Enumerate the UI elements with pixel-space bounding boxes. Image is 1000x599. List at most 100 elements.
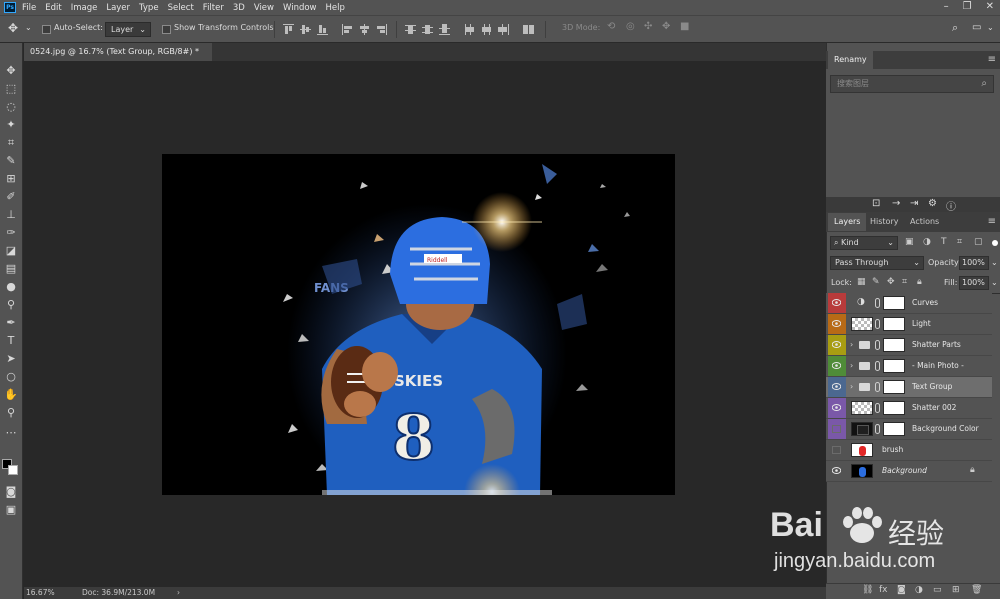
filter-shape-icon[interactable]: ⌗: [957, 237, 962, 247]
filter-smart-object-icon[interactable]: ▢: [974, 237, 983, 247]
renamy-search-input[interactable]: 搜索图层 ⌕: [830, 75, 994, 93]
crop-tool-icon[interactable]: ⌗: [3, 136, 19, 150]
layer-row-main-photo[interactable]: › - Main Photo -: [826, 356, 992, 377]
fx-icon[interactable]: fx: [879, 585, 888, 595]
tab-layers[interactable]: Layers: [828, 213, 867, 231]
move-tool-icon[interactable]: ✥: [8, 21, 18, 35]
lock-position-icon[interactable]: ✥: [887, 277, 895, 287]
eyedropper-tool-icon[interactable]: ✎: [3, 154, 19, 168]
screen-mode-icon[interactable]: ▣: [3, 503, 19, 517]
apply-icon[interactable]: ⇥: [910, 198, 918, 209]
show-transform-checkbox[interactable]: [162, 25, 171, 34]
menu-layer[interactable]: Layer: [106, 3, 130, 13]
lock-artboard-icon[interactable]: ⌗: [902, 277, 907, 287]
distribute-vcenter-icon[interactable]: [422, 24, 433, 35]
tab-renamy[interactable]: Renamy: [828, 51, 873, 69]
menu-edit[interactable]: Edit: [45, 3, 61, 13]
chevron-down-icon[interactable]: ⌄: [991, 258, 998, 267]
link-layers-icon[interactable]: ⛓: [862, 585, 873, 595]
menu-select[interactable]: Select: [168, 3, 194, 13]
layer-filter-dropdown[interactable]: ⌕ Kind ⌄: [830, 236, 898, 250]
layer-row-brush[interactable]: brush: [826, 440, 992, 461]
quick-mask-icon[interactable]: ◙: [3, 485, 19, 499]
search-icon[interactable]: ⌕: [981, 76, 987, 92]
layer-mask-thumbnail[interactable]: [883, 317, 905, 331]
eye-icon[interactable]: [832, 362, 841, 369]
brush-tool-icon[interactable]: ✐: [3, 190, 19, 204]
lock-pixels-icon[interactable]: ✎: [872, 277, 880, 287]
layer-thumbnail[interactable]: [851, 317, 873, 331]
align-vertical-center-icon[interactable]: [300, 24, 311, 35]
fill-field[interactable]: 100%: [959, 276, 989, 290]
layer-mask-thumbnail[interactable]: [883, 380, 905, 394]
menu-view[interactable]: View: [254, 3, 274, 13]
panel-menu-icon[interactable]: ≡: [988, 54, 996, 65]
eye-icon[interactable]: [832, 467, 841, 474]
more-tools-icon[interactable]: ⋯: [3, 426, 19, 440]
layer-row-text-group[interactable]: › Text Group: [826, 377, 992, 398]
menu-file[interactable]: File: [22, 3, 36, 13]
filter-adjustment-icon[interactable]: ◑: [923, 237, 931, 247]
align-bottom-icon[interactable]: [317, 24, 328, 35]
chevron-down-icon[interactable]: ⌄: [987, 23, 994, 32]
eye-icon[interactable]: [832, 341, 841, 348]
lasso-tool-icon[interactable]: ◌: [3, 100, 19, 114]
layer-row-light[interactable]: Light: [826, 314, 992, 335]
pen-tool-icon[interactable]: ✒: [3, 316, 19, 330]
layer-row-shatter-parts[interactable]: › Shatter Parts: [826, 335, 992, 356]
expand-arrow-icon[interactable]: ›: [850, 382, 853, 391]
tab-actions[interactable]: Actions: [904, 213, 945, 231]
filter-type-icon[interactable]: T: [941, 237, 947, 247]
3d-roll-icon[interactable]: ◎: [626, 21, 635, 32]
menu-image[interactable]: Image: [71, 3, 98, 13]
lock-all-icon[interactable]: 🔒︎: [917, 277, 922, 287]
hand-tool-icon[interactable]: ✋: [3, 388, 19, 402]
expand-arrow-icon[interactable]: ›: [850, 340, 853, 349]
layer-row-curves[interactable]: ◑ Curves: [826, 293, 992, 314]
new-adjustment-icon[interactable]: ◑: [915, 585, 923, 595]
layer-mask-thumbnail[interactable]: [883, 296, 905, 310]
layer-mask-thumbnail[interactable]: [883, 338, 905, 352]
opacity-field[interactable]: 100%: [959, 256, 989, 270]
3d-camera-icon[interactable]: ■: [680, 21, 689, 32]
expand-arrow-icon[interactable]: ›: [850, 361, 853, 370]
new-layer-icon[interactable]: ⊞: [952, 585, 960, 595]
settings-gear-icon[interactable]: ⚙: [928, 198, 937, 209]
gradient-tool-icon[interactable]: ▤: [3, 262, 19, 276]
auto-align-icon[interactable]: [523, 24, 534, 35]
path-selection-tool-icon[interactable]: ➤: [3, 352, 19, 366]
distribute-top-icon[interactable]: [405, 24, 416, 35]
hidden-visibility-toggle[interactable]: [832, 446, 841, 454]
layer-row-background-color[interactable]: Background Color: [826, 419, 992, 440]
trash-icon[interactable]: 🗑︎: [971, 585, 982, 595]
eraser-tool-icon[interactable]: ◪: [3, 244, 19, 258]
move-tool-icon[interactable]: ✥: [3, 64, 19, 78]
menu-3d[interactable]: 3D: [233, 3, 245, 13]
blur-tool-icon[interactable]: ●: [3, 280, 19, 294]
type-tool-icon[interactable]: T: [3, 334, 19, 348]
3d-slide-icon[interactable]: ✥: [662, 21, 670, 32]
history-brush-tool-icon[interactable]: ✑: [3, 226, 19, 240]
add-mask-icon[interactable]: ◙: [897, 585, 906, 595]
minimize-button[interactable]: –: [944, 1, 949, 12]
align-right-icon[interactable]: [376, 24, 387, 35]
workspace-icon[interactable]: ▭: [972, 22, 981, 33]
distribute-left-icon[interactable]: [464, 24, 475, 35]
layer-row-shatter-002[interactable]: Shatter 002: [826, 398, 992, 419]
magic-wand-tool-icon[interactable]: ✦: [3, 118, 19, 132]
layer-thumbnail[interactable]: [851, 422, 873, 436]
menu-help[interactable]: Help: [326, 3, 345, 13]
filter-toggle-icon[interactable]: [992, 240, 998, 246]
document-image[interactable]: FANS SKIES 8 Riddell: [162, 154, 675, 495]
dodge-tool-icon[interactable]: ⚲: [3, 298, 19, 312]
auto-select-dropdown[interactable]: Layer ⌄: [105, 22, 151, 37]
eye-icon[interactable]: [832, 299, 841, 306]
new-group-icon[interactable]: ▭: [933, 585, 942, 595]
background-color-swatch[interactable]: [8, 465, 18, 475]
layer-mask-thumbnail[interactable]: [883, 422, 905, 436]
healing-brush-tool-icon[interactable]: ⊞: [3, 172, 19, 186]
tab-history[interactable]: History: [864, 213, 904, 231]
document-tab[interactable]: 0524.jpg @ 16.7% (Text Group, RGB/8#) * …: [24, 43, 212, 74]
distribute-hcenter-icon[interactable]: [481, 24, 492, 35]
info-icon[interactable]: ⓘ: [946, 198, 956, 213]
